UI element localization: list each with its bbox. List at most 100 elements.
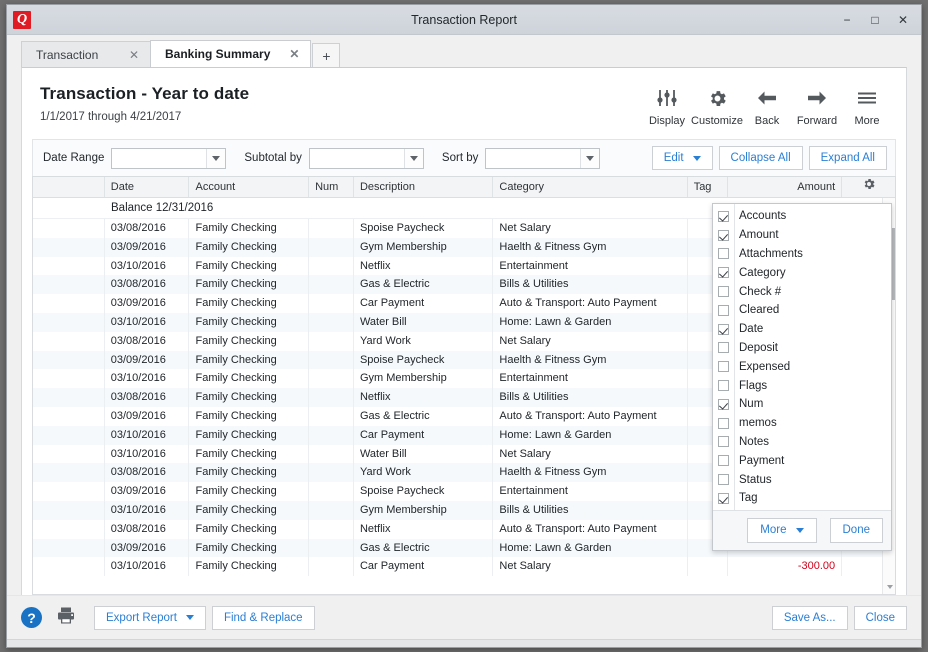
transaction-table: Date Account Num Description Category Ta… xyxy=(32,176,896,595)
cell-description: Gym Membership xyxy=(354,237,494,257)
cell-date: 03/09/2016 xyxy=(105,294,190,313)
more-button[interactable]: More xyxy=(842,86,892,127)
column-chooser-item-label: Cleared xyxy=(739,304,780,317)
checkbox-unchecked-icon[interactable] xyxy=(718,361,729,373)
forward-button[interactable]: Forward xyxy=(792,86,842,127)
tab-transaction[interactable]: Transaction ✕ xyxy=(21,41,151,67)
column-chooser-item-label: Date xyxy=(739,323,764,336)
new-tab-button[interactable]: + xyxy=(312,43,341,67)
column-chooser-item[interactable]: Amount xyxy=(713,226,891,245)
column-header-account[interactable]: Account xyxy=(189,177,310,197)
column-chooser-item[interactable]: Payment xyxy=(713,451,891,470)
checkbox-unchecked-icon[interactable] xyxy=(718,304,729,316)
export-report-button[interactable]: Export Report xyxy=(94,605,206,630)
column-header-category[interactable]: Category xyxy=(493,177,688,197)
minimize-button[interactable]: − xyxy=(833,8,861,32)
column-settings-button[interactable] xyxy=(842,177,895,197)
column-chooser-item-label: Num xyxy=(739,398,764,411)
cell-date: 03/08/2016 xyxy=(105,331,190,351)
column-header-amount[interactable]: Amount xyxy=(728,177,843,197)
cell-account: Family Checking xyxy=(189,275,310,295)
column-header-tag[interactable]: Tag xyxy=(688,177,728,197)
column-header-description[interactable]: Description xyxy=(354,177,494,197)
column-header-num[interactable]: Num xyxy=(309,177,354,197)
checkbox-unchecked-icon[interactable] xyxy=(718,248,729,260)
cell-description: Water Bill xyxy=(354,444,494,464)
column-chooser-more-button[interactable]: More xyxy=(747,517,817,543)
checkbox-checked-icon[interactable] xyxy=(718,398,729,410)
checkbox-unchecked-icon[interactable] xyxy=(718,417,729,429)
cell-category: Bills & Utilities xyxy=(493,275,688,295)
checkbox-checked-icon[interactable] xyxy=(718,210,729,222)
customize-button[interactable]: Customize xyxy=(691,86,743,127)
collapse-all-button[interactable]: Collapse All xyxy=(718,146,803,170)
column-chooser-item-label: Status xyxy=(739,473,772,486)
expand-all-button[interactable]: Expand All xyxy=(808,146,887,170)
tab-transaction-close-icon[interactable]: ✕ xyxy=(126,48,142,62)
scroll-down-button[interactable] xyxy=(883,580,895,594)
column-chooser-item[interactable]: Date xyxy=(713,320,891,339)
save-as-button[interactable]: Save As... xyxy=(771,605,848,630)
cell-category: Auto & Transport: Auto Payment xyxy=(493,406,688,426)
more-label: More xyxy=(854,115,880,127)
checkbox-unchecked-icon[interactable] xyxy=(718,455,729,467)
column-chooser-item[interactable]: Cleared xyxy=(713,301,891,320)
checkbox-checked-icon[interactable] xyxy=(718,267,729,279)
cell-description: Car Payment xyxy=(354,425,494,445)
close-button[interactable]: Close xyxy=(853,605,907,630)
checkbox-unchecked-icon[interactable] xyxy=(718,342,729,354)
back-button[interactable]: Back xyxy=(742,86,792,127)
sort-by-label: Sort by xyxy=(441,152,479,164)
checkbox-checked-icon[interactable] xyxy=(718,323,729,335)
cell-num xyxy=(309,312,354,332)
print-button[interactable] xyxy=(56,606,76,630)
cell-description: Spoise Paycheck xyxy=(354,350,494,370)
maximize-button[interactable]: □ xyxy=(861,8,889,32)
column-chooser-item[interactable]: Tag xyxy=(713,489,891,508)
column-chooser-item[interactable]: Accounts xyxy=(713,207,891,226)
tab-banking-summary[interactable]: Banking Summary ✕ xyxy=(150,40,312,67)
column-chooser-item[interactable]: Status xyxy=(713,470,891,489)
checkbox-unchecked-icon[interactable] xyxy=(718,474,729,486)
cell-description: Yard Work xyxy=(354,463,494,483)
column-chooser-item-label: Tag xyxy=(739,492,758,505)
subtotal-by-select[interactable] xyxy=(308,147,424,169)
tab-banking-summary-label: Banking Summary xyxy=(165,47,271,61)
column-chooser-item[interactable]: Category xyxy=(713,263,891,282)
cell-num xyxy=(309,275,354,295)
date-range-select[interactable] xyxy=(111,147,227,169)
tab-banking-summary-close-icon[interactable]: ✕ xyxy=(286,47,302,61)
checkbox-unchecked-icon[interactable] xyxy=(718,436,729,448)
checkbox-checked-icon[interactable] xyxy=(718,229,729,241)
column-chooser-item[interactable]: memos xyxy=(713,414,891,433)
sort-by-select[interactable] xyxy=(485,147,601,169)
checkbox-unchecked-icon[interactable] xyxy=(718,380,729,392)
column-chooser-item[interactable]: Expensed xyxy=(713,357,891,376)
close-window-button[interactable]: ✕ xyxy=(889,8,917,32)
row-select-cell xyxy=(33,369,105,389)
column-header-date[interactable]: Date xyxy=(105,177,190,197)
chevron-down-icon[interactable] xyxy=(580,148,600,168)
column-chooser-item[interactable]: Num xyxy=(713,395,891,414)
find-and-replace-button[interactable]: Find & Replace xyxy=(211,605,315,630)
column-chooser-done-button[interactable]: Done xyxy=(829,517,883,543)
balance-row-spacer xyxy=(33,198,105,218)
help-button[interactable]: ? xyxy=(21,607,42,628)
row-select-cell xyxy=(33,538,105,558)
column-chooser-item[interactable]: Deposit xyxy=(713,339,891,358)
display-button[interactable]: Display xyxy=(642,86,692,127)
table-row[interactable]: 03/10/2016 Family Checking Car Payment Net … xyxy=(33,557,895,577)
checkbox-unchecked-icon[interactable] xyxy=(718,286,729,298)
cell-category: Home: Lawn & Garden xyxy=(493,425,688,445)
column-chooser-item[interactable]: Check # xyxy=(713,282,891,301)
column-header-select[interactable] xyxy=(33,177,105,197)
edit-button[interactable]: Edit xyxy=(651,146,713,170)
chevron-down-icon[interactable] xyxy=(403,148,423,168)
column-chooser-item[interactable]: Flags xyxy=(713,376,891,395)
column-chooser-item[interactable]: Notes xyxy=(713,433,891,452)
cell-category: Home: Lawn & Garden xyxy=(493,538,688,558)
window-controls: − □ ✕ xyxy=(833,8,917,32)
column-chooser-item[interactable]: Attachments xyxy=(713,245,891,264)
checkbox-checked-icon[interactable] xyxy=(718,492,729,504)
chevron-down-icon[interactable] xyxy=(206,148,226,168)
